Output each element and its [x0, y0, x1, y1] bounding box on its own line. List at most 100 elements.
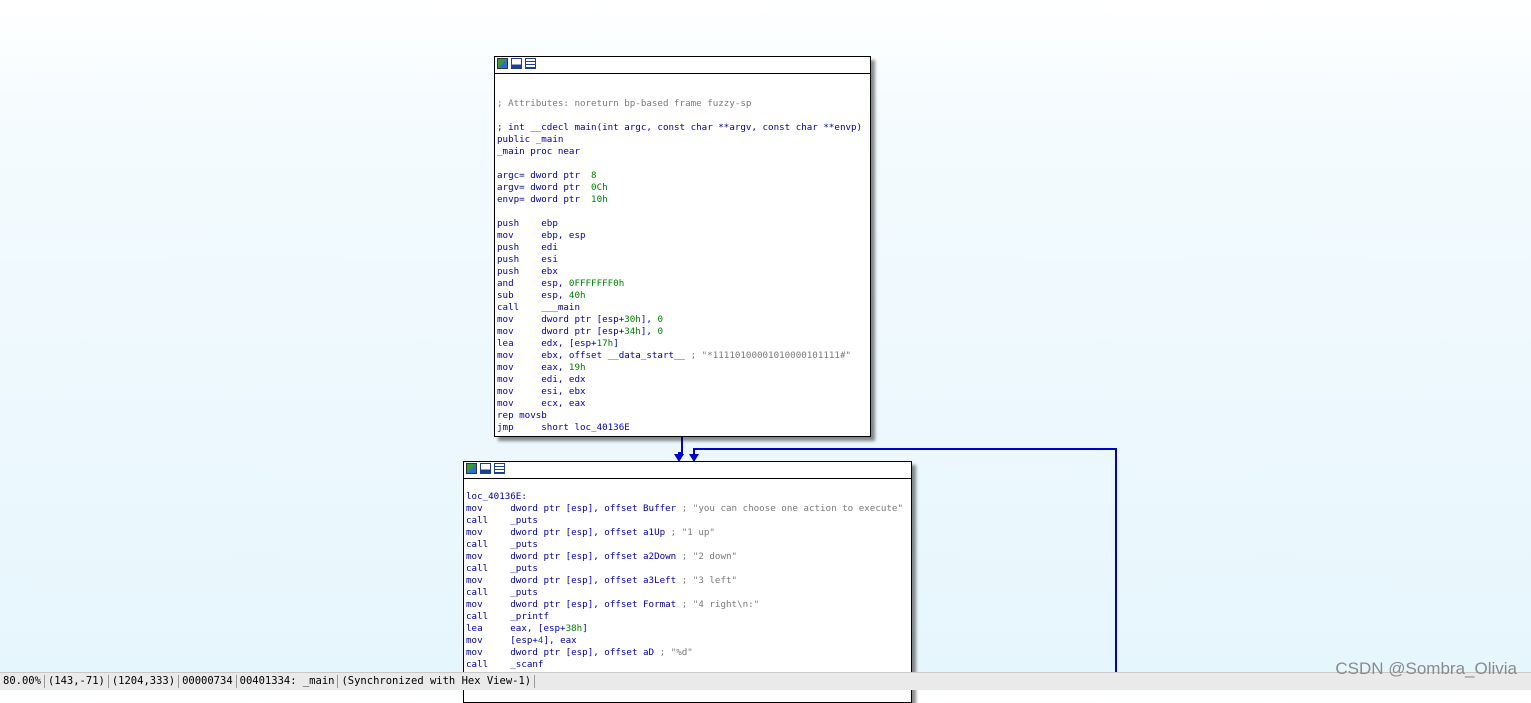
- code-token: argv= dword ptr: [497, 182, 592, 193]
- status-bar: 80.00% (143,-71) (1204,333) 00000734 004…: [0, 672, 1531, 690]
- cursor-position: (143,-71): [45, 675, 109, 688]
- code-number: 40h: [568, 290, 586, 301]
- code-line[interactable]: push ebx: [497, 266, 868, 278]
- code-line[interactable]: envp= dword ptr 10h: [497, 194, 868, 206]
- code-token: mov ebp, esp: [497, 230, 586, 241]
- code-number: 0FFFFFFF0h: [568, 278, 625, 289]
- code-line[interactable]: push edi: [497, 242, 868, 254]
- code-line[interactable]: loc_40136E:: [466, 491, 909, 503]
- code-line[interactable]: mov dword ptr [esp+34h], 0: [497, 326, 868, 338]
- code-line[interactable]: call _scanf: [466, 659, 909, 671]
- code-token: mov dword ptr [esp], offset Buffer: [466, 503, 682, 514]
- code-token: mov edi, edx: [497, 374, 586, 385]
- code-number: 0Ch: [591, 182, 608, 193]
- code-line[interactable]: [497, 158, 868, 170]
- code-line[interactable]: [497, 74, 868, 86]
- code-line[interactable]: sub esp, 40h: [497, 290, 868, 302]
- code-token: mov eax,: [497, 362, 569, 373]
- code-token: call _printf: [466, 611, 549, 622]
- code-line[interactable]: call _puts: [466, 515, 909, 527]
- code-line[interactable]: rep movsb: [497, 410, 868, 422]
- code-line[interactable]: argc= dword ptr 8: [497, 170, 868, 182]
- code-line[interactable]: mov dword ptr [esp], offset aD ; "%d": [466, 647, 909, 659]
- code-comment: ; "you can choose one action to execute": [681, 503, 903, 514]
- code-line[interactable]: and esp, 0FFFFFFF0h: [497, 278, 868, 290]
- code-line[interactable]: mov ebp, esp: [497, 230, 868, 242]
- chart-icon[interactable]: [511, 58, 522, 69]
- code-line[interactable]: call _puts: [466, 587, 909, 599]
- code-line[interactable]: mov ebx, offset __data_start__ ; "*11110…: [497, 350, 868, 362]
- code-token: mov dword ptr [esp], offset a3Left: [466, 575, 682, 586]
- code-comment: ; "4 right\n:": [681, 599, 760, 610]
- code-line[interactable]: mov edi, edx: [497, 374, 868, 386]
- code-token: rep movsb: [497, 410, 547, 421]
- code-line[interactable]: call _puts: [466, 539, 909, 551]
- code-line[interactable]: mov eax, 19h: [497, 362, 868, 374]
- code-line[interactable]: public _main: [497, 134, 868, 146]
- code-line[interactable]: mov dword ptr [esp], offset a2Down ; "2 …: [466, 551, 909, 563]
- code-line[interactable]: call ___main: [497, 302, 868, 314]
- current-address: 00401334: _main: [237, 675, 339, 688]
- code-line[interactable]: [497, 206, 868, 218]
- code-line[interactable]: mov dword ptr [esp], offset Format ; "4 …: [466, 599, 909, 611]
- code-line[interactable]: push ebp: [497, 218, 868, 230]
- code-block-main[interactable]: ; Attributes: noreturn bp-based frame fu…: [494, 56, 871, 437]
- code-token: mov [esp+: [466, 635, 538, 646]
- code-line[interactable]: [497, 86, 868, 98]
- code-block-loc-40136e[interactable]: loc_40136E: mov dword ptr [esp], offset B…: [463, 461, 912, 703]
- code-comment: ; "*11110100001010000101111#": [690, 350, 852, 361]
- code-line[interactable]: mov dword ptr [esp+30h], 0: [497, 314, 868, 326]
- code-token: push edi: [497, 242, 558, 253]
- code-token: mov dword ptr [esp], offset Format: [466, 599, 682, 610]
- code-number: 19h: [568, 362, 586, 373]
- disassembly-listing: loc_40136E: mov dword ptr [esp], offset B…: [464, 479, 911, 671]
- sync-status: (Synchronized with Hex View-1): [338, 675, 536, 688]
- code-token: ], eax: [543, 635, 577, 646]
- code-line[interactable]: mov [esp+4], eax: [466, 635, 909, 647]
- code-line[interactable]: ; Attributes: noreturn bp-based frame fu…: [497, 98, 868, 110]
- code-token: ],: [640, 314, 658, 325]
- chart-icon[interactable]: [480, 463, 491, 474]
- code-line[interactable]: mov esi, ebx: [497, 386, 868, 398]
- list-icon[interactable]: [494, 463, 505, 474]
- code-line[interactable]: mov dword ptr [esp], offset a1Up ; "1 up…: [466, 527, 909, 539]
- code-number: 17h: [596, 338, 614, 349]
- code-token: lea edx, [esp+: [497, 338, 597, 349]
- code-token: call _puts: [466, 539, 538, 550]
- code-token: sub esp,: [497, 290, 569, 301]
- code-token: mov dword ptr [esp+: [497, 314, 625, 325]
- code-line[interactable]: mov dword ptr [esp], offset Buffer ; "yo…: [466, 503, 909, 515]
- code-token: call ___main: [497, 302, 580, 313]
- code-line[interactable]: [497, 110, 868, 122]
- code-line[interactable]: push esi: [497, 254, 868, 266]
- code-line[interactable]: argv= dword ptr 0Ch: [497, 182, 868, 194]
- code-token: public _main: [497, 134, 564, 145]
- code-token: ]: [613, 338, 619, 349]
- code-line[interactable]: call _puts: [466, 563, 909, 575]
- code-number: 10h: [591, 194, 608, 205]
- code-line[interactable]: [466, 479, 909, 491]
- code-line[interactable]: ; int __cdecl main(int argc, const char …: [497, 122, 868, 134]
- graph-icon[interactable]: [497, 58, 508, 69]
- code-line[interactable]: mov dword ptr [esp], offset a3Left ; "3 …: [466, 575, 909, 587]
- code-comment: ; "%d": [659, 647, 693, 658]
- code-line[interactable]: lea edx, [esp+17h]: [497, 338, 868, 350]
- code-token: argc= dword ptr: [497, 170, 592, 181]
- code-number: 0: [657, 314, 663, 325]
- code-line[interactable]: mov ecx, eax: [497, 398, 868, 410]
- code-line[interactable]: jmp short loc_40136E: [497, 422, 868, 434]
- code-number: 34h: [624, 326, 641, 337]
- code-line[interactable]: _main proc near: [497, 146, 868, 158]
- code-comment: ; Attributes: noreturn bp-based frame fu…: [497, 98, 752, 109]
- code-line[interactable]: lea eax, [esp+38h]: [466, 623, 909, 635]
- code-token: mov dword ptr [esp+: [497, 326, 625, 337]
- code-token: call _puts: [466, 515, 538, 526]
- code-line[interactable]: call _printf: [466, 611, 909, 623]
- code-number: 0: [657, 326, 663, 337]
- code-token: _main proc near: [497, 146, 580, 157]
- code-token: mov ebx, offset __data_start__: [497, 350, 691, 361]
- graph-icon[interactable]: [466, 463, 477, 474]
- code-token: push ebp: [497, 218, 558, 229]
- list-icon[interactable]: [525, 58, 536, 69]
- code-token: loc_40136E:: [466, 491, 527, 502]
